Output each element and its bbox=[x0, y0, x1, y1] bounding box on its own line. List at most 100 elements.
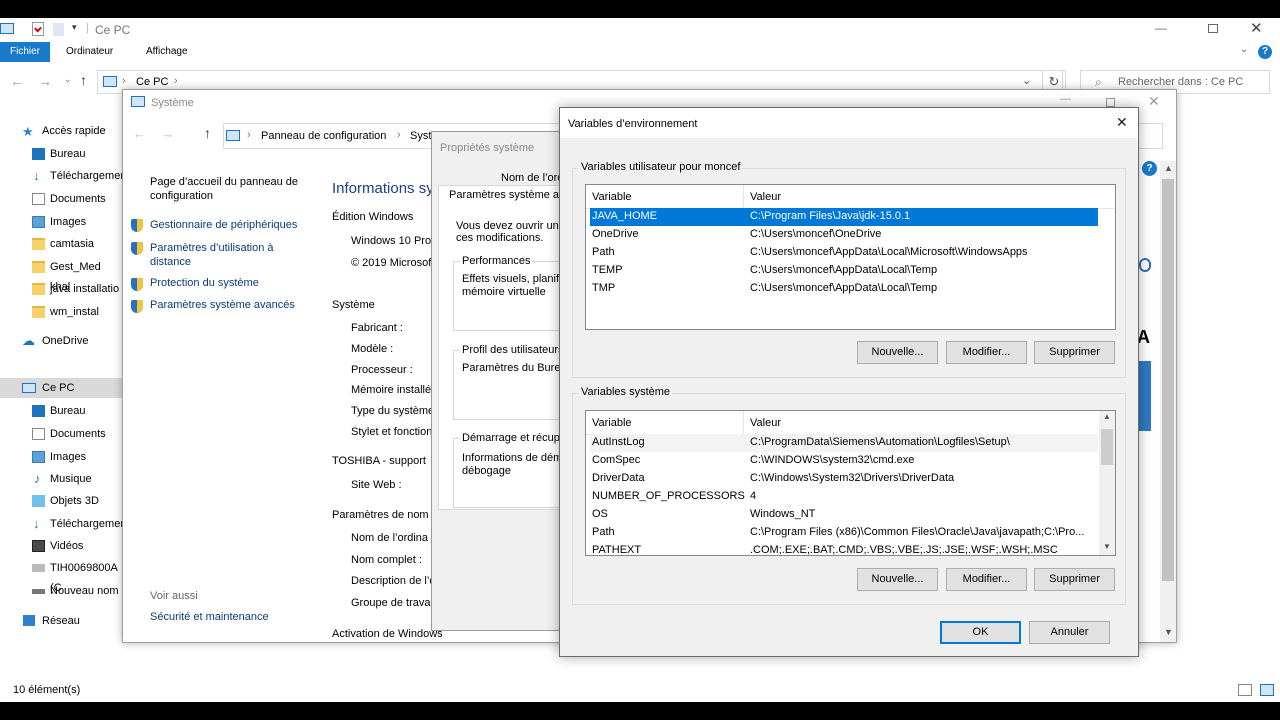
forward-arrow-icon[interactable]: → bbox=[161, 126, 174, 141]
nav-item-quick-access[interactable]: ★ Accès rapide bbox=[0, 121, 122, 141]
nav-item-reseau[interactable]: Réseau bbox=[0, 611, 122, 631]
quick-access-dropdown-icon[interactable]: ▾ bbox=[72, 22, 77, 33]
table-row[interactable]: AutInstLog C:\ProgramData\Siemens\Automat… bbox=[590, 434, 1098, 452]
nav-item-images[interactable]: Images bbox=[0, 212, 122, 232]
tiles-view-icon[interactable] bbox=[1260, 684, 1274, 696]
nav-item-bureau-pc[interactable]: Bureau bbox=[0, 401, 122, 421]
table-row[interactable]: OS Windows_NT bbox=[590, 506, 1098, 524]
tab-affichage[interactable]: Affichage bbox=[136, 42, 198, 62]
scroll-thumb[interactable] bbox=[1162, 179, 1174, 581]
breadcrumb-ce-pc[interactable]: Ce PC bbox=[136, 76, 168, 88]
table-row[interactable]: NUMBER_OF_PROCESSORS 4 bbox=[590, 488, 1098, 506]
table-row[interactable]: Path C:\Users\moncef\AppData\Local\Micros… bbox=[590, 244, 1098, 262]
ok-button[interactable]: OK bbox=[940, 621, 1021, 644]
nav-item-wm-instal[interactable]: wm_instal bbox=[0, 302, 122, 322]
tab-ordinateur[interactable]: Ordinateur bbox=[56, 42, 123, 62]
help-icon[interactable]: ? bbox=[1258, 45, 1272, 59]
scroll-down-icon[interactable]: ▼ bbox=[1103, 542, 1111, 551]
col-value[interactable]: Valeur bbox=[750, 191, 781, 203]
system-vars-list[interactable]: Variable Valeur AutInstLog C:\ProgramData… bbox=[585, 410, 1116, 556]
minimize-button[interactable]: — bbox=[1155, 21, 1167, 35]
nav-item-objets-3d[interactable]: Objets 3D bbox=[0, 491, 122, 511]
user-new-button[interactable]: Nouvelle... bbox=[857, 341, 938, 364]
link-remote-settings[interactable]: Paramètres d’utilisation à distance bbox=[150, 241, 290, 269]
restore-button[interactable] bbox=[1208, 24, 1218, 33]
scroll-up-icon[interactable]: ▲ bbox=[1164, 163, 1173, 173]
nav-item-bureau[interactable]: Bureau bbox=[0, 144, 122, 164]
table-row[interactable]: JAVA_HOME C:\Program Files\Java\jdk-15.0.… bbox=[590, 208, 1098, 226]
table-row[interactable]: Path C:\Program Files (x86)\Common Files\… bbox=[590, 524, 1098, 542]
nav-item-documents-pc[interactable]: Documents bbox=[0, 424, 122, 444]
link-control-panel-home[interactable]: Page d’accueil du panneau de configurati… bbox=[150, 175, 310, 203]
var-name: JAVA_HOME bbox=[592, 210, 657, 222]
table-row[interactable]: ComSpec C:\WINDOWS\system32\cmd.exe bbox=[590, 452, 1098, 470]
nav-item-telechargements[interactable]: ↓ Téléchargemen bbox=[0, 166, 126, 186]
table-row[interactable]: PATHEXT .COM;.EXE;.BAT;.CMD;.VBS;.VBE;.JS… bbox=[590, 542, 1098, 555]
tab-advanced[interactable]: Paramètres système avan bbox=[449, 189, 577, 201]
system-delete-button[interactable]: Supprimer bbox=[1034, 568, 1115, 591]
address-dropdown-icon[interactable]: ⌄ bbox=[1022, 74, 1031, 87]
table-row[interactable]: OneDrive C:\Users\moncef\OneDrive bbox=[590, 226, 1098, 244]
minimize-button[interactable]: — bbox=[1060, 93, 1071, 105]
up-arrow-icon[interactable]: ↑ bbox=[204, 125, 211, 141]
cancel-button[interactable]: Annuler bbox=[1029, 621, 1110, 644]
admin-notice: ces modifications. bbox=[456, 232, 544, 244]
var-name: TEMP bbox=[592, 264, 623, 276]
nav-item-camtasia[interactable]: camtasia bbox=[0, 234, 122, 254]
link-advanced-settings[interactable]: Paramètres système avancés bbox=[150, 299, 295, 311]
scroll-thumb[interactable] bbox=[1101, 429, 1113, 465]
breadcrumb-systeme[interactable]: Syst bbox=[410, 130, 431, 142]
close-button[interactable]: ✕ bbox=[1250, 19, 1263, 37]
nav-item-gest-med[interactable]: Gest_Med khal bbox=[0, 257, 122, 293]
col-variable[interactable]: Variable bbox=[592, 191, 632, 203]
details-view-icon[interactable] bbox=[1238, 684, 1252, 696]
link-security-maintenance[interactable]: Sécurité et maintenance bbox=[150, 611, 269, 623]
link-device-manager[interactable]: Gestionnaire de périphériques bbox=[150, 219, 297, 231]
forward-arrow-icon[interactable]: → bbox=[38, 73, 52, 89]
nav-item-images-pc[interactable]: Images bbox=[0, 447, 122, 467]
nav-item-ce-pc[interactable]: Ce PC bbox=[0, 378, 122, 398]
var-name: AutInstLog bbox=[592, 436, 645, 448]
col-separator[interactable] bbox=[743, 185, 744, 209]
back-arrow-icon[interactable]: ← bbox=[10, 73, 24, 89]
user-vars-list[interactable]: Variable Valeur JAVA_HOME C:\Program File… bbox=[585, 184, 1116, 330]
system-new-button[interactable]: Nouvelle... bbox=[857, 568, 938, 591]
help-icon[interactable]: ? bbox=[1142, 161, 1157, 176]
scroll-up-icon[interactable]: ▲ bbox=[1103, 412, 1111, 421]
system-line: Modèle : bbox=[351, 343, 394, 355]
maximize-button[interactable] bbox=[1106, 98, 1115, 107]
nav-item-drive-c[interactable]: TIH0069800A (C bbox=[0, 558, 122, 594]
col-value[interactable]: Valeur bbox=[750, 417, 781, 429]
breadcrumb-panneau[interactable]: Panneau de configuration bbox=[261, 130, 386, 142]
system-edit-button[interactable]: Modifier... bbox=[946, 568, 1027, 591]
nav-item-java-installation[interactable]: java installatio bbox=[0, 279, 122, 299]
up-arrow-icon[interactable]: ↑ bbox=[80, 72, 87, 88]
nav-item-videos[interactable]: Vidéos bbox=[0, 536, 122, 556]
table-row[interactable]: TEMP C:\Users\moncef\AppData\Local\Temp bbox=[590, 262, 1098, 280]
nav-item-documents[interactable]: Documents bbox=[0, 189, 122, 209]
nav-item-musique[interactable]: ♪ Musique bbox=[0, 469, 122, 489]
ribbon-expand-icon[interactable]: ⌄ bbox=[1240, 44, 1248, 55]
system-vars-scrollbar[interactable]: ▲ ▼ bbox=[1099, 411, 1115, 555]
system-scrollbar[interactable]: ▲ ▼ bbox=[1160, 161, 1176, 642]
recent-dropdown-icon[interactable]: ⌄ bbox=[64, 74, 72, 85]
close-button[interactable]: ✕ bbox=[1116, 114, 1128, 131]
user-delete-button[interactable]: Supprimer bbox=[1034, 341, 1115, 364]
col-separator[interactable] bbox=[743, 411, 744, 435]
scroll-down-icon[interactable]: ▼ bbox=[1164, 627, 1173, 637]
back-arrow-icon[interactable]: ← bbox=[133, 126, 146, 141]
nav-label: Vidéos bbox=[50, 540, 84, 552]
table-row[interactable]: TMP C:\Users\moncef\AppData\Local\Temp bbox=[590, 280, 1098, 298]
nav-item-nouveau-nom[interactable]: Nouveau nom bbox=[0, 581, 122, 601]
link-system-protection[interactable]: Protection du système bbox=[150, 277, 259, 289]
table-row[interactable]: DriverData C:\Windows\System32\Drivers\Dr… bbox=[590, 470, 1098, 488]
tab-fichier[interactable]: Fichier bbox=[0, 42, 51, 62]
drive-icon bbox=[32, 589, 45, 594]
nav-item-telechargements-pc[interactable]: ↓ Téléchargemen bbox=[0, 514, 126, 534]
nav-item-onedrive[interactable]: ☁ OneDrive bbox=[0, 331, 122, 351]
new-folder-icon[interactable] bbox=[53, 23, 64, 36]
close-button[interactable]: ✕ bbox=[1148, 93, 1160, 110]
col-variable[interactable]: Variable bbox=[592, 417, 632, 429]
user-edit-button[interactable]: Modifier... bbox=[946, 341, 1027, 364]
properties-icon[interactable] bbox=[32, 22, 44, 36]
